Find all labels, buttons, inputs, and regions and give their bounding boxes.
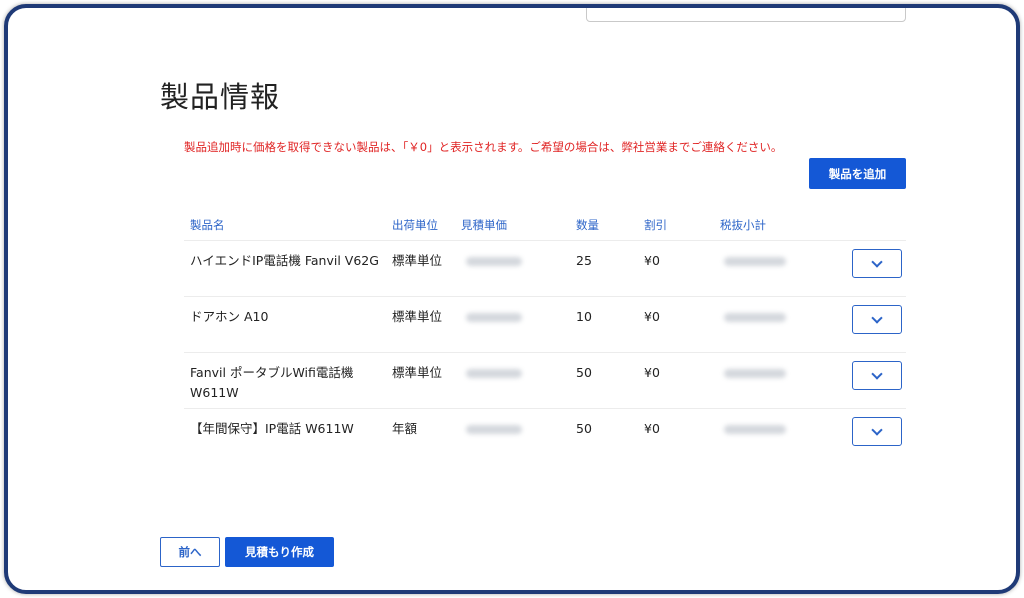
chevron-down-icon: [871, 423, 883, 436]
chevron-down-icon: [871, 367, 883, 380]
row-expand-button[interactable]: [852, 305, 902, 334]
chevron-down-icon: [871, 255, 883, 268]
price-redacted: [466, 425, 522, 434]
price-redacted: [466, 313, 522, 322]
product-table: 製品名 出荷単位 見積単価 数量 割引 税抜小計 ハイエンドIP電話機 Fanv…: [184, 208, 906, 464]
table-row: 【年間保守】IP電話 W611W 年額 50 ¥0: [184, 408, 906, 464]
chevron-down-icon: [871, 311, 883, 324]
row-expand-button[interactable]: [852, 249, 902, 278]
table-row: Fanvil ポータブルWifi電話機 W611W 標準単位 50 ¥0: [184, 352, 906, 408]
subtotal-redacted: [724, 257, 786, 266]
quantity: 25: [576, 253, 592, 268]
quantity: 10: [576, 309, 592, 324]
table-row: ドアホン A10 標準単位 10 ¥0: [184, 296, 906, 352]
subtotal-redacted: [724, 369, 786, 378]
shipping-unit: 標準単位: [392, 253, 443, 268]
discount: ¥0: [644, 365, 660, 380]
header-subtotal: 税抜小計: [720, 218, 766, 232]
price-notice: 製品追加時に価格を取得できない製品は、「￥0」と表示されます。ご希望の場合は、弊…: [184, 140, 783, 154]
create-quote-button[interactable]: 見積もり作成: [225, 537, 334, 567]
table-row: ハイエンドIP電話機 Fanvil V62G 標準単位 25 ¥0: [184, 240, 906, 296]
price-redacted: [466, 257, 522, 266]
product-name: Fanvil ポータブルWifi電話機 W611W: [190, 365, 354, 400]
row-expand-button[interactable]: [852, 361, 902, 390]
subtotal-redacted: [724, 425, 786, 434]
header-price: 見積単価: [461, 218, 507, 232]
header-name: 製品名: [190, 218, 225, 232]
product-name: ドアホン A10: [190, 309, 269, 324]
shipping-unit: 標準単位: [392, 365, 443, 380]
shipping-unit: 標準単位: [392, 309, 443, 324]
app-window: 製品情報 製品追加時に価格を取得できない製品は、「￥0」と表示されます。ご希望の…: [4, 4, 1020, 594]
header-unit: 出荷単位: [392, 218, 438, 232]
product-name: 【年間保守】IP電話 W611W: [190, 421, 354, 436]
product-name: ハイエンドIP電話機 Fanvil V62G: [190, 253, 379, 268]
quantity: 50: [576, 365, 592, 380]
header-qty: 数量: [576, 218, 599, 232]
discount: ¥0: [644, 253, 660, 268]
page-title: 製品情報: [160, 80, 281, 114]
discount: ¥0: [644, 421, 660, 436]
subtotal-redacted: [724, 313, 786, 322]
quantity: 50: [576, 421, 592, 436]
table-header: 製品名 出荷単位 見積単価 数量 割引 税抜小計: [184, 208, 906, 240]
price-redacted: [466, 369, 522, 378]
shipping-unit: 年額: [392, 421, 418, 436]
header-discount: 割引: [644, 218, 667, 232]
add-product-button[interactable]: 製品を追加: [809, 158, 906, 189]
back-button[interactable]: 前へ: [160, 537, 220, 567]
discount: ¥0: [644, 309, 660, 324]
row-expand-button[interactable]: [852, 417, 902, 446]
top-input-field[interactable]: [586, 8, 906, 22]
